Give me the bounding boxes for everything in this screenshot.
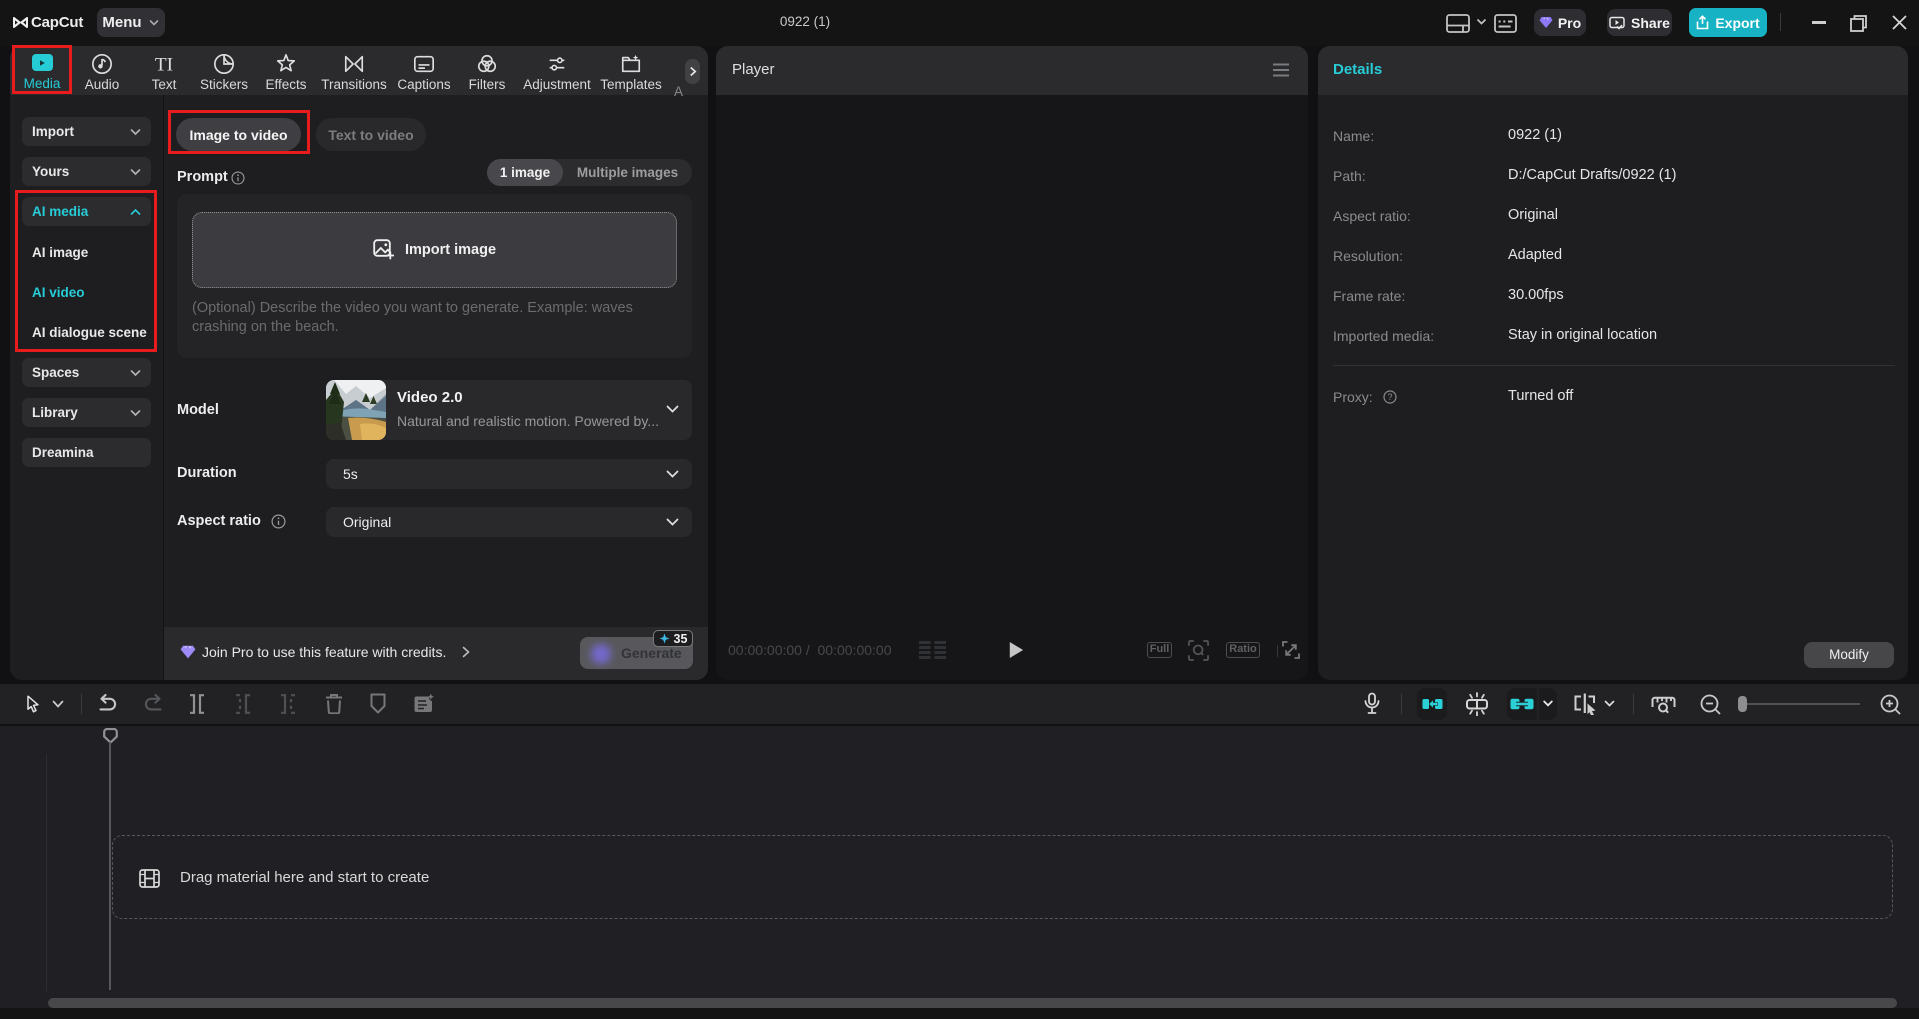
svg-text:TI: TI — [155, 54, 173, 75]
svg-text:?: ? — [1388, 392, 1393, 402]
